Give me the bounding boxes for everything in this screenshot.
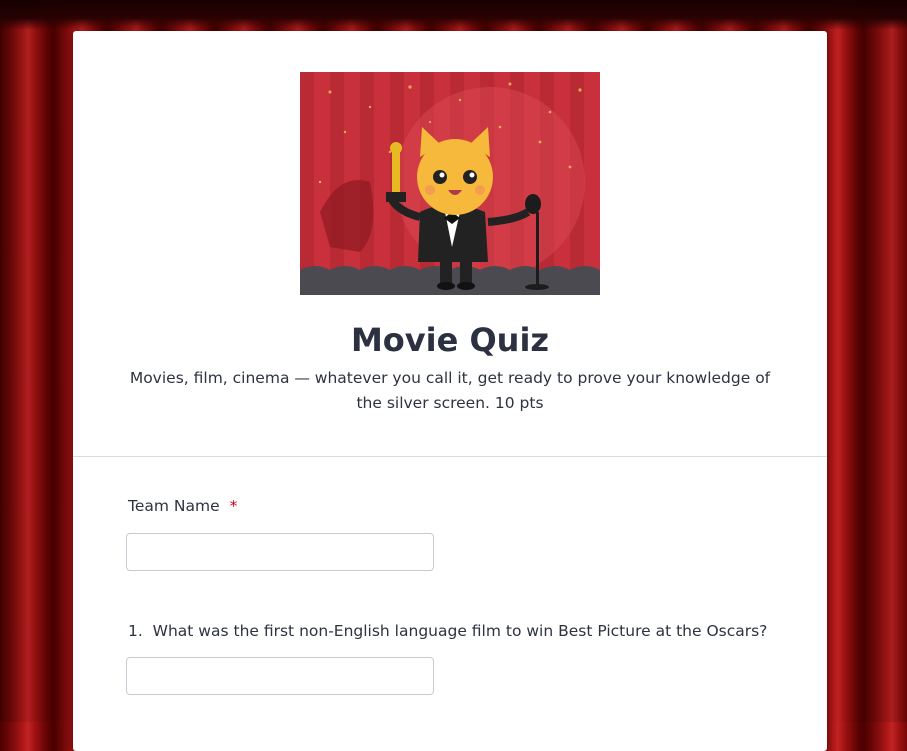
team-name-label: Team Name *: [128, 497, 237, 515]
team-name-label-text: Team Name: [128, 497, 220, 515]
page-title: Movie Quiz: [350, 321, 550, 359]
question-1-number: 1.: [128, 622, 143, 640]
question-1-input[interactable]: [126, 657, 434, 695]
hero-image: [300, 72, 600, 295]
team-name-input[interactable]: [126, 533, 434, 571]
required-marker: *: [229, 497, 238, 515]
form-card: Movie Quiz Movies, film, cinema — whatev…: [73, 31, 827, 751]
curtain-valance: [0, 0, 907, 30]
curtain-right: [827, 0, 907, 722]
question-1-label: 1. What was the first non-English langua…: [128, 622, 767, 640]
question-1-text: What was the first non-English language …: [152, 622, 768, 640]
divider: [73, 456, 827, 457]
form-description: Movies, film, cinema — whatever you call…: [129, 369, 771, 412]
curtain-left: [0, 0, 73, 722]
cat-with-oscar-trophy-illustration: [300, 72, 600, 295]
